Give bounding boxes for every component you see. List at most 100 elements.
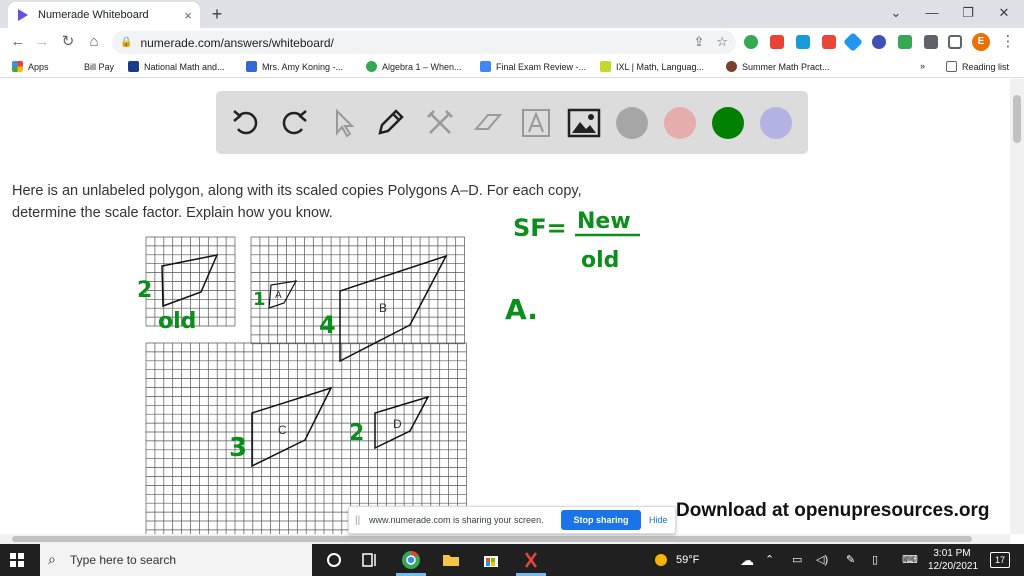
bookmark-summer-math[interactable]: Summer Math Pract... <box>726 61 830 72</box>
bookmark-apps[interactable]: Apps <box>12 61 49 72</box>
close-window-button[interactable]: ✕ <box>986 0 1022 28</box>
handwritten-new: New <box>577 209 631 234</box>
volume-icon[interactable]: ◁) <box>816 544 828 576</box>
task-view-icon[interactable] <box>360 550 380 570</box>
extension-green-icon[interactable] <box>744 35 758 49</box>
search-placeholder: Type here to search <box>70 553 177 567</box>
share-icon[interactable]: ⇪ <box>693 34 704 50</box>
forward-arrow-icon[interactable]: → <box>32 32 52 52</box>
bookmark-final-exam[interactable]: Final Exam Review -... <box>480 61 586 72</box>
apps-grid-icon <box>12 61 23 72</box>
weather-temperature[interactable]: 59°F <box>676 544 699 576</box>
extension-classroom-icon[interactable] <box>898 35 912 49</box>
grid-lines <box>145 236 467 534</box>
hide-share-bar-link[interactable]: Hide <box>649 515 668 525</box>
handwritten-a-answer: A. <box>505 293 538 326</box>
handwritten-4-b: 4 <box>319 311 336 339</box>
bookmark-bill-pay[interactable]: Bill Pay <box>68 61 114 72</box>
handwritten-2-original: 2 <box>137 278 152 303</box>
cortana-icon[interactable] <box>324 550 344 570</box>
bookmark-star-icon[interactable]: ☆ <box>716 34 728 50</box>
windows-taskbar: ⌕ Type here to search 59°F ☁ ⌃ ▭ ◁) ✎ ▯ … <box>0 544 1024 576</box>
tab-strip: Numerade Whiteboard × + ⌄ — ❐ ✕ <box>0 0 1024 28</box>
numerade-logo-icon <box>18 9 28 21</box>
polygon-c-label: C <box>278 423 287 437</box>
extension-red-icon[interactable] <box>770 35 784 49</box>
taskbar-search[interactable]: ⌕ Type here to search <box>40 544 312 576</box>
polygon-figure: A B C D 2 old 1 4 3 2 SF= New old A. <box>137 209 640 534</box>
handwritten-2-d: 2 <box>349 421 364 446</box>
network-icon[interactable]: ▭ <box>792 544 802 576</box>
national-math-icon <box>128 61 139 72</box>
polygon-a <box>268 280 298 309</box>
extension-bookmark-icon[interactable] <box>822 35 836 49</box>
bookmark-algebra-1[interactable]: Algebra 1 – When... <box>366 61 462 72</box>
screen-share-bar: || www.numerade.com is sharing your scre… <box>348 506 676 534</box>
browser-tab[interactable]: Numerade Whiteboard × <box>8 2 200 28</box>
pen-workspace-icon[interactable]: ✎ <box>846 544 855 576</box>
ixl-icon <box>600 61 611 72</box>
onedrive-icon[interactable]: ☁ <box>740 544 754 576</box>
back-arrow-icon[interactable]: ← <box>8 32 28 52</box>
tab-search-icon[interactable]: ⌄ <box>878 0 914 28</box>
clock-date: 12/20/2021 <box>928 561 979 572</box>
bookmarks-bar: Apps Bill Pay National Math and... Mrs. … <box>0 56 1024 78</box>
handwritten-old-label: old <box>158 309 196 334</box>
polygon-b-label: B <box>379 301 387 315</box>
chrome-icon[interactable] <box>401 550 421 570</box>
menu-kebab-icon[interactable]: ⋮ <box>998 32 1018 52</box>
polygon-a-label: A <box>275 290 282 301</box>
system-tray-icon[interactable]: ⌃ <box>765 544 774 576</box>
bookmark-national-math[interactable]: National Math and... <box>128 61 225 72</box>
snipping-tool-icon[interactable] <box>521 550 541 570</box>
browser-toolbar: ← → ↻ ⌂ 🔒 numerade.com/answers/whiteboar… <box>0 28 1024 56</box>
extension-diamond-icon[interactable] <box>843 32 863 52</box>
search-icon: ⌕ <box>48 551 56 567</box>
algebra-globe-icon <box>366 61 377 72</box>
handwritten-3-c: 3 <box>229 433 247 463</box>
more-bookmarks-button[interactable]: » <box>920 61 925 71</box>
horizontal-scrollbar[interactable] <box>0 534 1010 544</box>
tab-close-icon[interactable]: × <box>184 8 192 23</box>
lock-icon: 🔒 <box>120 37 133 48</box>
mrs-koning-icon <box>246 61 257 72</box>
tab-title: Numerade Whiteboard <box>38 9 149 21</box>
file-explorer-icon[interactable] <box>441 550 461 570</box>
bill-pay-icon <box>68 61 79 72</box>
new-tab-button[interactable]: + <box>207 4 227 24</box>
restore-button[interactable]: ❐ <box>950 0 986 28</box>
drag-handle-icon[interactable]: || <box>355 515 360 526</box>
final-exam-icon <box>480 61 491 72</box>
taskbar-clock[interactable]: 3:01 PM 12/20/2021 <box>928 547 979 573</box>
extension-k-icon[interactable] <box>872 35 886 49</box>
bookmark-mrs-amy-koning[interactable]: Mrs. Amy Koning -... <box>246 61 343 72</box>
extension-screencast-icon[interactable] <box>796 35 810 49</box>
original-polygon <box>161 253 219 308</box>
stop-sharing-button[interactable]: Stop sharing <box>561 510 641 530</box>
reading-list-icon <box>946 61 957 72</box>
keyboard-icon[interactable]: ⌨ <box>902 544 918 576</box>
share-message: www.numerade.com is sharing your screen. <box>369 515 544 525</box>
microsoft-store-icon[interactable] <box>481 550 501 570</box>
battery-icon[interactable]: ▯ <box>872 544 878 576</box>
handwritten-sf: SF= <box>513 214 567 242</box>
polygon-c <box>251 386 333 468</box>
extensions-puzzle-icon[interactable] <box>924 35 938 49</box>
vertical-scrollbar[interactable] <box>1010 79 1024 534</box>
reload-icon[interactable]: ↻ <box>58 32 78 52</box>
polygon-d-label: D <box>393 417 402 431</box>
weather-icon[interactable] <box>652 550 672 570</box>
windows-start-icon[interactable] <box>10 553 24 567</box>
reading-list-button[interactable]: Reading list <box>946 61 1009 72</box>
handwritten-old: old <box>581 248 619 273</box>
address-bar[interactable]: 🔒 numerade.com/answers/whiteboard/ ⇪ ☆ <box>112 31 736 54</box>
url-text: numerade.com/answers/whiteboard/ <box>140 35 334 50</box>
handwritten-1-a: 1 <box>253 289 266 310</box>
cast-icon[interactable] <box>948 35 962 49</box>
home-icon[interactable]: ⌂ <box>84 32 104 52</box>
download-watermark: Download at openupresources.org <box>676 500 990 521</box>
minimize-button[interactable]: — <box>914 0 950 28</box>
notifications-icon[interactable]: 17 <box>990 552 1010 568</box>
bookmark-ixl[interactable]: IXL | Math, Languag... <box>600 61 704 72</box>
profile-avatar[interactable]: E <box>972 33 990 51</box>
